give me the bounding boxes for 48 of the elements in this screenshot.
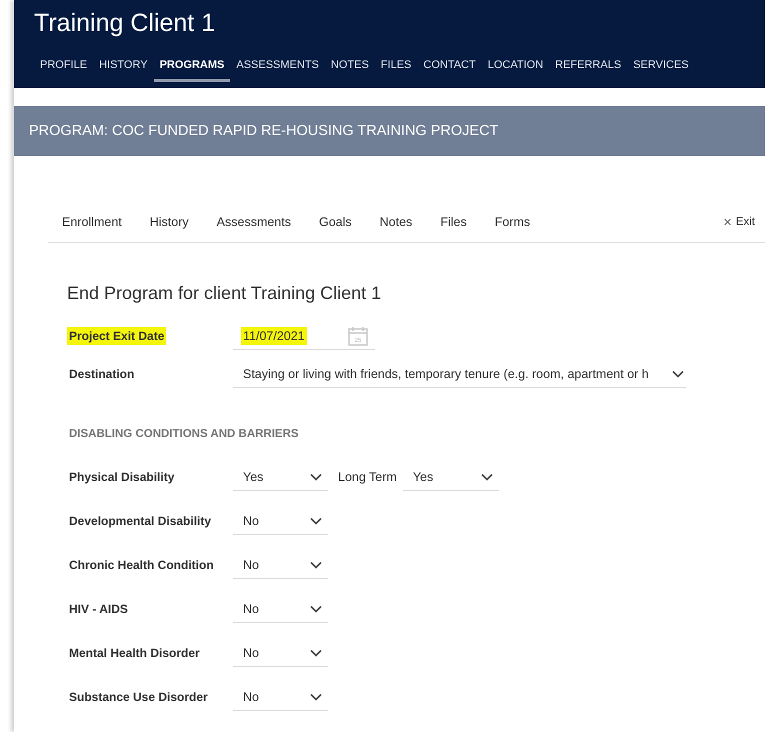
exit-button[interactable]: ✕ Exit xyxy=(722,216,765,228)
field-label: HIV - AIDS xyxy=(68,601,129,617)
nav-tab[interactable]: CONTACT xyxy=(417,53,482,82)
program-tab[interactable]: Notes xyxy=(366,215,426,229)
program-tab[interactable]: Enrollment xyxy=(62,215,136,229)
select-field[interactable]: No xyxy=(233,551,328,579)
nav-tab[interactable]: SERVICES xyxy=(627,53,695,82)
chevron-down-icon xyxy=(310,692,322,700)
close-icon: ✕ xyxy=(722,216,732,228)
chevron-down-icon xyxy=(480,472,493,480)
client-title: Training Client 1 xyxy=(34,8,216,38)
form-heading: End Program for client Training Client 1 xyxy=(67,283,382,304)
program-tab[interactable]: Assessments xyxy=(202,215,305,229)
destination-select[interactable]: Staying or living with friends, temporary tenure (e.g. room, apartment or h xyxy=(233,360,686,388)
field-label: Physical Disability xyxy=(68,469,176,485)
select-field[interactable]: No xyxy=(233,639,328,667)
field-label: Chronic Health Condition xyxy=(68,557,215,573)
program-tab[interactable]: Goals xyxy=(305,215,366,229)
program-tab[interactable]: Forms xyxy=(480,215,544,229)
chevron-down-icon xyxy=(310,472,322,480)
nav-tab[interactable]: ASSESSMENTS xyxy=(230,53,325,82)
nav-tab[interactable]: NOTES xyxy=(324,53,375,82)
field-label: Developmental Disability xyxy=(68,513,212,529)
field-label: Mental Health Disorder xyxy=(68,645,201,661)
chevron-down-icon xyxy=(310,516,322,524)
field-label: Destination xyxy=(68,366,136,382)
select-field[interactable]: No xyxy=(233,683,328,711)
nav-tab[interactable]: PROFILE xyxy=(34,53,94,82)
select-field[interactable]: No xyxy=(233,595,328,623)
program-tab[interactable]: Files xyxy=(426,215,481,229)
field-label: Substance Use Disorder xyxy=(68,689,209,705)
program-title: PROGRAM: COC FUNDED RAPID RE-HOUSING TRAINING PROJECT xyxy=(29,123,498,139)
chevron-down-icon xyxy=(310,604,322,612)
field-label: Project Exit Date xyxy=(69,329,164,343)
select-field[interactable]: Yes xyxy=(233,463,328,491)
chevron-down-icon xyxy=(672,370,684,378)
section-title: DISABLING CONDITIONS AND BARRIERS xyxy=(69,428,300,440)
chevron-down-icon xyxy=(310,560,322,568)
program-tab[interactable]: History xyxy=(136,215,203,229)
nav-tab[interactable]: FILES xyxy=(374,53,418,82)
nav-tab[interactable]: LOCATION xyxy=(482,53,550,82)
field-label: Long Term xyxy=(338,470,397,484)
chevron-down-icon xyxy=(310,648,322,656)
nav-tab[interactable]: REFERRALS xyxy=(549,53,628,82)
nav-tab[interactable]: HISTORY xyxy=(93,53,154,82)
nav-tab[interactable]: PROGRAMS xyxy=(154,53,230,82)
select-field[interactable]: Yes xyxy=(402,463,499,491)
select-field[interactable]: No xyxy=(233,507,328,535)
